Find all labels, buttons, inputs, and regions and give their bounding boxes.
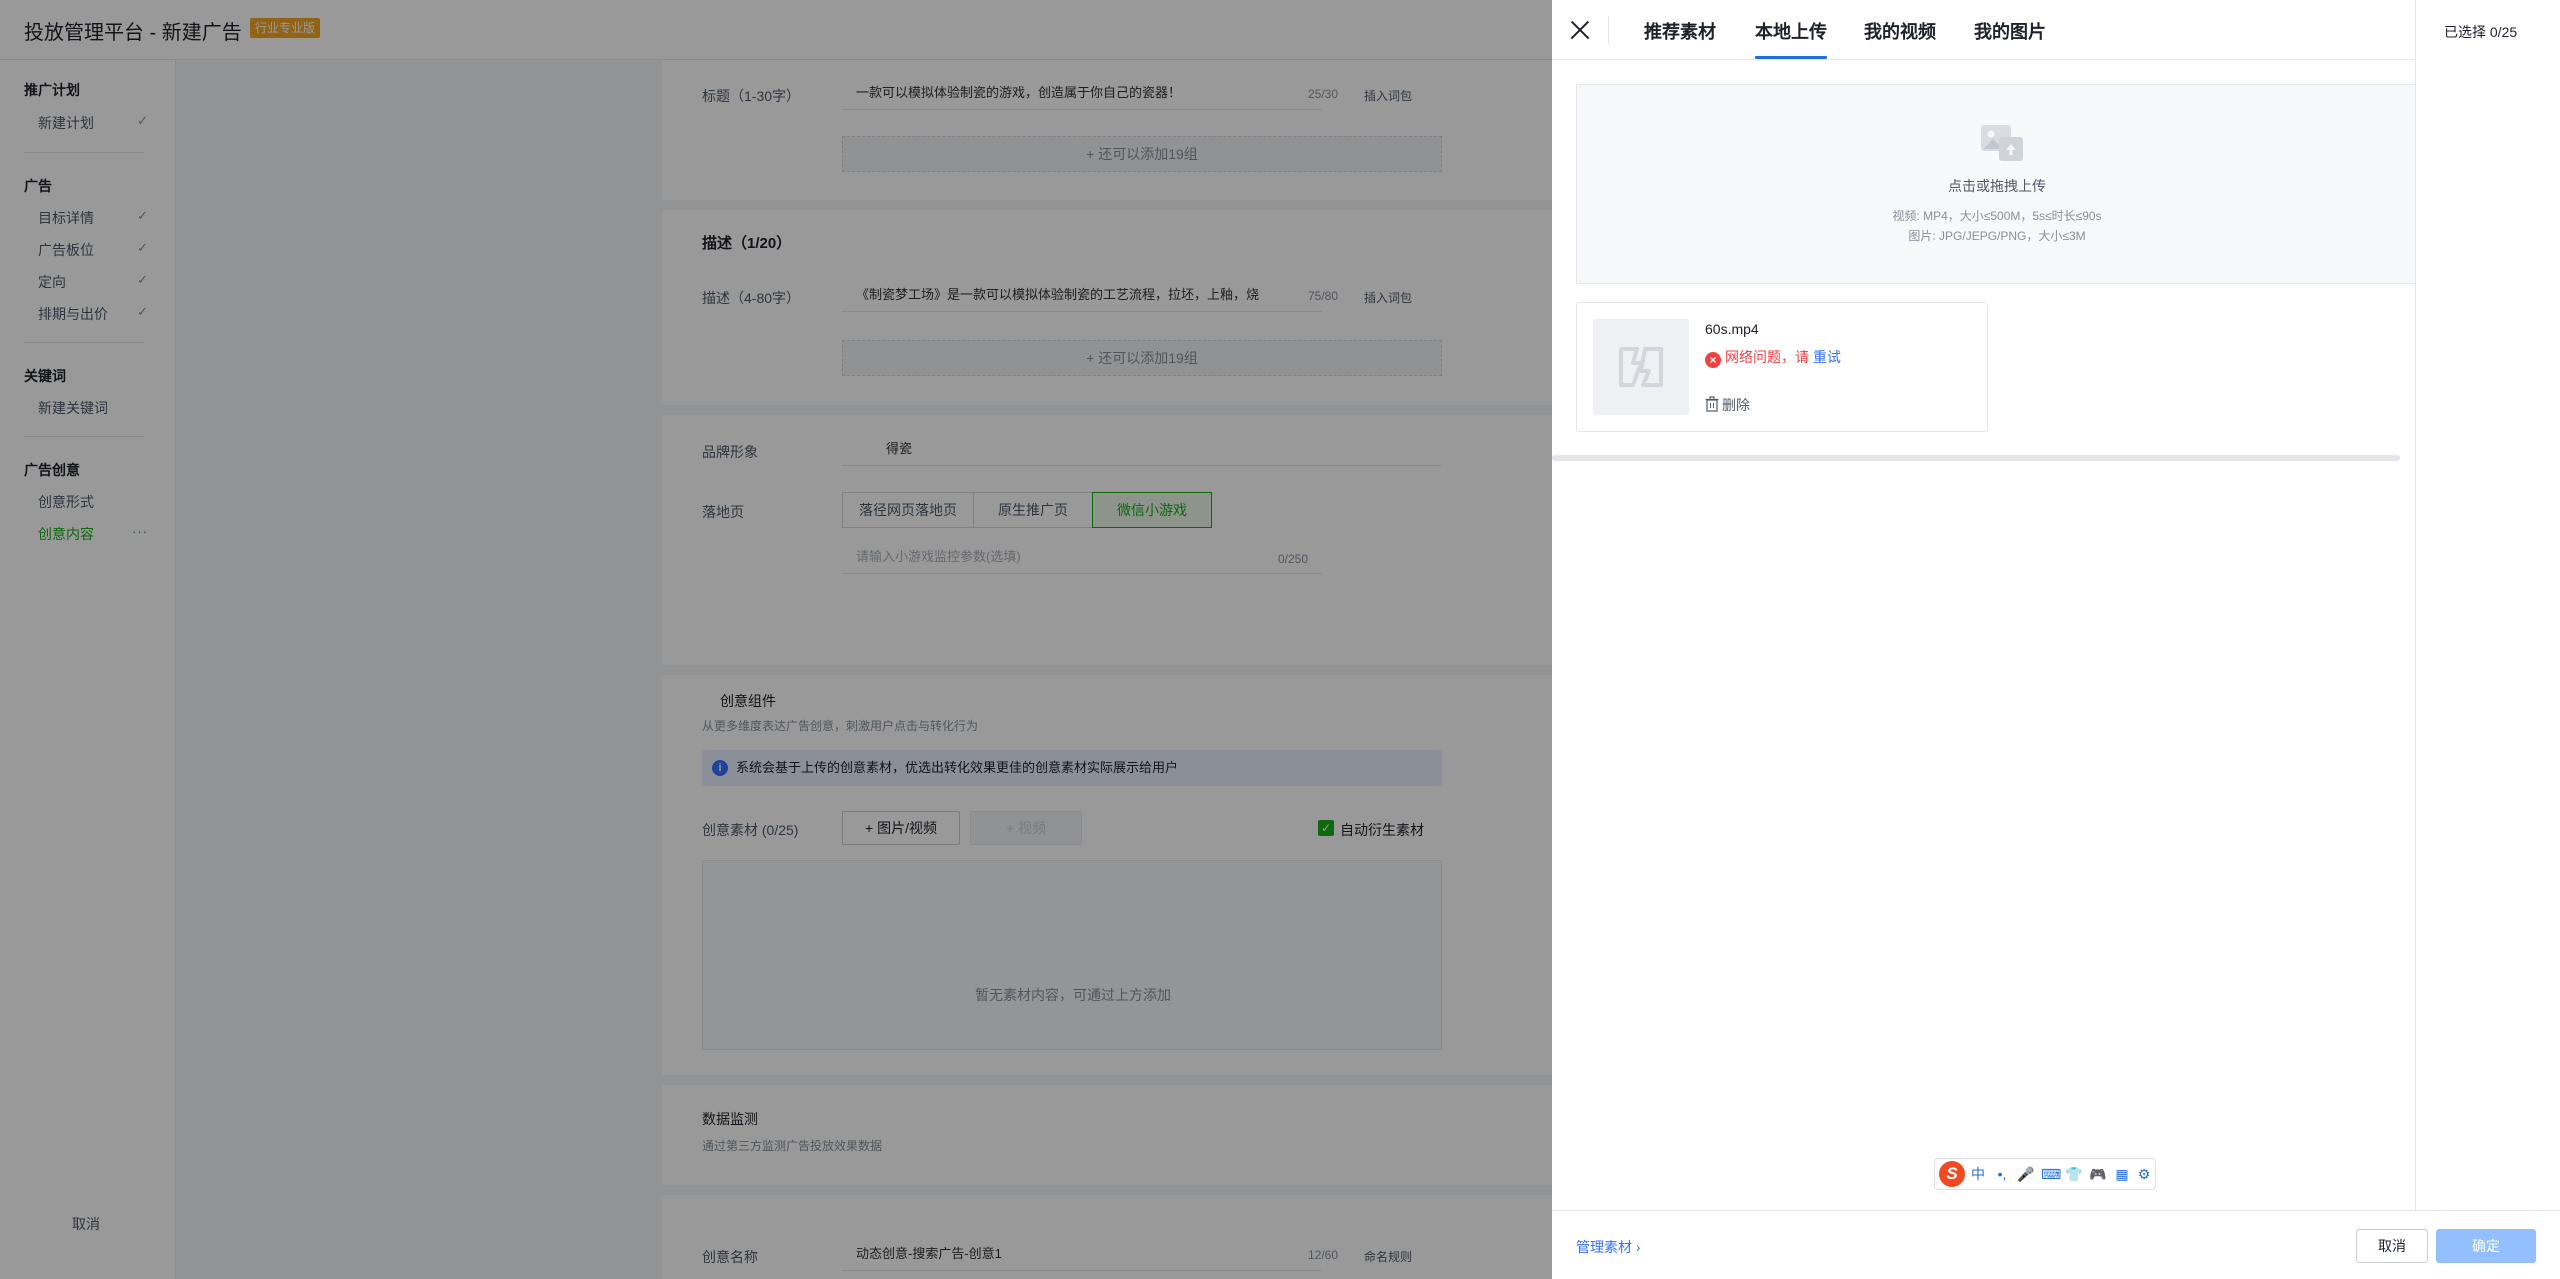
- selection-panel: 已选择 0/25: [2415, 0, 2560, 1279]
- upload-file-card: 60s.mp4 × 网络问题，请 重试 删除: [1576, 302, 1988, 432]
- ime-keyboard-icon[interactable]: ⌨: [2041, 1165, 2061, 1183]
- ime-chinese-mode[interactable]: 中: [1969, 1165, 1987, 1183]
- ime-game-icon[interactable]: 🎮: [2089, 1165, 2107, 1183]
- ime-voice-icon[interactable]: 🎤: [2017, 1165, 2035, 1183]
- upload-video-spec: 视频: MP4，大小≤500M，5s≤时长≤90s: [1892, 209, 2102, 223]
- ime-skin-icon[interactable]: 👕: [2065, 1165, 2083, 1183]
- drawer-main: 推荐素材 本地上传 我的视频 我的图片 点击或拖拽上传 视频: MP4，大小≤5…: [1552, 0, 2416, 1279]
- broken-file-icon: [1619, 347, 1663, 387]
- horizontal-scrollbar[interactable]: [1552, 455, 2400, 461]
- upload-dropzone[interactable]: 点击或拖拽上传 视频: MP4，大小≤500M，5s≤时长≤90s 图片: JP…: [1576, 84, 2416, 284]
- file-thumbnail: [1593, 319, 1689, 415]
- delete-button[interactable]: 删除: [1705, 395, 1750, 415]
- drawer-header: 推荐素材 本地上传 我的视频 我的图片: [1552, 0, 2415, 60]
- ime-toolbar: S 中 •, 🎤 ⌨ 👕 🎮 ▦ ⚙: [1934, 1158, 2156, 1190]
- tab-my-videos[interactable]: 我的视频: [1864, 18, 1936, 44]
- close-icon[interactable]: [1564, 14, 1596, 46]
- ime-punctuation-icon[interactable]: •,: [1993, 1165, 2011, 1183]
- file-name: 60s.mp4: [1705, 321, 1759, 337]
- file-error: × 网络问题，请 重试: [1705, 347, 1841, 368]
- manage-materials-link[interactable]: 管理素材 ›: [1576, 1237, 1641, 1257]
- image-upload-icon: [1981, 125, 2023, 161]
- tab-my-images[interactable]: 我的图片: [1974, 18, 2046, 44]
- material-drawer: 推荐素材 本地上传 我的视频 我的图片 点击或拖拽上传 视频: MP4，大小≤5…: [1552, 0, 2560, 1279]
- error-icon: ×: [1705, 352, 1721, 368]
- cancel-button[interactable]: 取消: [2356, 1229, 2428, 1263]
- header-divider: [1608, 16, 1609, 44]
- ime-toolbox-icon[interactable]: ▦: [2113, 1165, 2131, 1183]
- tab-recommended[interactable]: 推荐素材: [1644, 18, 1716, 44]
- confirm-button[interactable]: 确定: [2436, 1229, 2536, 1263]
- active-tab-indicator: [1755, 56, 1827, 59]
- upload-title: 点击或拖拽上传: [1948, 178, 2046, 194]
- retry-link[interactable]: 重试: [1813, 349, 1841, 365]
- ime-settings-icon[interactable]: ⚙: [2135, 1165, 2153, 1183]
- drawer-footer: 管理素材 › 取消 确定: [1552, 1210, 2560, 1279]
- selected-count: 已选择 0/25: [2444, 24, 2518, 40]
- sogou-logo-icon[interactable]: S: [1939, 1161, 1965, 1187]
- trash-icon: [1705, 396, 1719, 412]
- upload-image-spec: 图片: JPG/JEPG/PNG，大小≤3M: [1908, 229, 2086, 243]
- tab-local-upload[interactable]: 本地上传: [1755, 18, 1827, 44]
